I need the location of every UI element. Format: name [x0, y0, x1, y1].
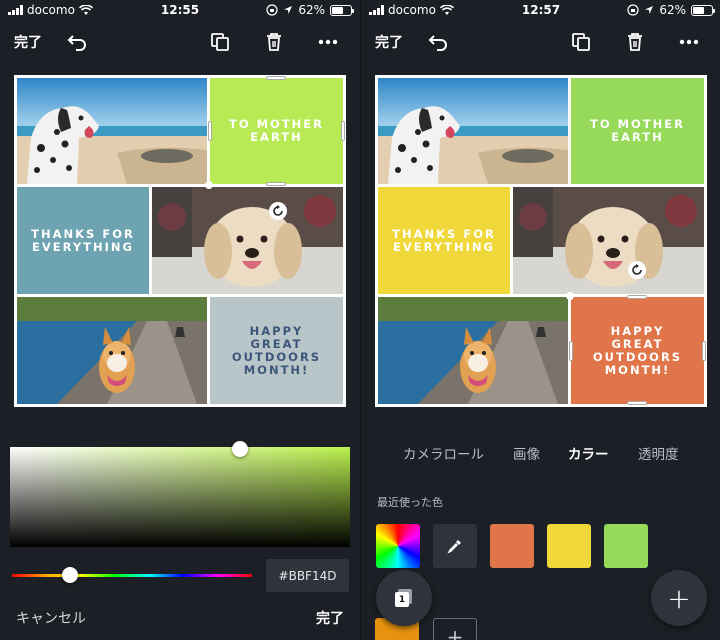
pages-button[interactable]: 1: [376, 570, 432, 626]
trash-icon[interactable]: [623, 30, 647, 54]
tile-text: HAPPY GREAT OUTDOORS MONTH!: [231, 323, 322, 377]
hex-input[interactable]: #BBF14D: [266, 559, 349, 592]
saturation-knob[interactable]: [232, 441, 248, 457]
collage-canvas[interactable]: TO MOTHER EARTH THANKS FOR EVERYTHING HA…: [14, 75, 346, 407]
text-tile-outdoors[interactable]: HAPPY GREAT OUTDOORS MONTH!: [210, 297, 343, 404]
editor-left-screen: docomo 12:55 62% 完了 TO MOTHER EARTH THAN…: [0, 0, 360, 640]
battery-percent: 62%: [659, 3, 686, 17]
editor-right-screen: docomo 12:57 62% 完了 TO MOTHER EARTH THAN…: [360, 0, 720, 640]
eyedropper-icon: [447, 540, 461, 554]
status-right: 62%: [627, 3, 715, 17]
status-bar: docomo 12:57 62%: [361, 0, 720, 22]
recent-color-swatch[interactable]: [490, 524, 534, 568]
corgi-pier-photo[interactable]: [17, 297, 207, 404]
dalmatian-beach-photo[interactable]: [17, 78, 207, 184]
saturation-field[interactable]: [10, 447, 350, 547]
rotate-icon[interactable]: [269, 202, 287, 220]
hue-knob[interactable]: [62, 567, 78, 583]
rotate-icon[interactable]: [628, 261, 646, 279]
duplicate-icon[interactable]: [569, 30, 593, 54]
resize-handle-right[interactable]: [341, 121, 345, 141]
editor-toolbar: 完了: [361, 22, 720, 62]
status-right: 62%: [266, 3, 354, 17]
golden-retriever-photo[interactable]: [152, 187, 343, 294]
tab-color[interactable]: カラー: [568, 443, 609, 463]
text-tile-thanks[interactable]: THANKS FOR EVERYTHING: [378, 187, 510, 294]
tab-images[interactable]: 画像: [513, 443, 540, 463]
cancel-button[interactable]: キャンセル: [16, 608, 86, 628]
text-tile-mother-earth[interactable]: TO MOTHER EARTH: [210, 78, 343, 184]
text-tile-mother-earth[interactable]: TO MOTHER EARTH: [571, 78, 704, 184]
more-icon[interactable]: [677, 30, 701, 54]
color-saturation-picker[interactable]: [10, 441, 350, 547]
tile-text: TO MOTHER EARTH: [589, 117, 686, 144]
resize-handle-right[interactable]: [702, 341, 706, 361]
duplicate-icon[interactable]: [208, 30, 232, 54]
battery-icon: [330, 4, 354, 16]
resize-handle-bottom[interactable]: [266, 182, 286, 186]
resize-handle-left[interactable]: [208, 121, 212, 141]
undo-icon[interactable]: [427, 30, 451, 54]
location-icon: [645, 6, 654, 14]
golden-retriever-photo[interactable]: [513, 187, 704, 294]
resize-handle-top[interactable]: [627, 295, 647, 299]
more-icon[interactable]: [316, 30, 340, 54]
orientation-lock-icon: [266, 4, 278, 16]
undo-icon[interactable]: [66, 30, 90, 54]
confirm-button[interactable]: 完了: [316, 608, 344, 628]
recent-color-swatch[interactable]: [547, 524, 591, 568]
resize-corner-handle[interactable]: [205, 181, 213, 189]
recent-colors-label: 最近使った色: [377, 496, 443, 509]
add-color-button[interactable]: +: [433, 618, 477, 640]
color-wheel-swatch[interactable]: [376, 524, 420, 568]
collage-canvas[interactable]: TO MOTHER EARTH THANKS FOR EVERYTHING HA…: [375, 75, 707, 407]
tile-text: HAPPY GREAT OUTDOORS MONTH!: [592, 323, 683, 377]
done-button[interactable]: 完了: [375, 32, 403, 52]
tab-camera-roll[interactable]: カメラロール: [403, 443, 484, 463]
text-tile-thanks[interactable]: THANKS FOR EVERYTHING: [17, 187, 149, 294]
orientation-lock-icon: [627, 4, 639, 16]
corgi-pier-photo[interactable]: [378, 297, 568, 404]
add-element-button[interactable]: +: [651, 570, 707, 626]
status-bar: docomo 12:55 62%: [0, 0, 360, 22]
edit-tabs: カメラロール 画像 カラー 透明度: [361, 443, 720, 463]
page-number: 1: [395, 592, 409, 607]
battery-icon: [691, 4, 715, 16]
tile-text: THANKS FOR EVERYTHING: [31, 226, 135, 254]
text-tile-outdoors[interactable]: HAPPY GREAT OUTDOORS MONTH!: [571, 297, 704, 404]
pages-icon: 1: [395, 589, 413, 607]
resize-handle-bottom[interactable]: [627, 401, 647, 405]
trash-icon[interactable]: [262, 30, 286, 54]
recent-color-swatch[interactable]: [604, 524, 648, 568]
dalmatian-beach-photo[interactable]: [378, 78, 568, 184]
eyedropper-button[interactable]: [433, 524, 477, 568]
resize-handle-left[interactable]: [569, 341, 573, 361]
location-icon: [284, 6, 293, 14]
hue-slider[interactable]: [12, 567, 252, 583]
resize-corner-handle[interactable]: [566, 292, 574, 300]
done-button[interactable]: 完了: [14, 32, 42, 52]
tab-transparency[interactable]: 透明度: [638, 443, 679, 463]
tile-text: TO MOTHER EARTH: [228, 117, 325, 144]
editor-toolbar: 完了: [0, 22, 360, 62]
battery-percent: 62%: [298, 3, 325, 17]
resize-handle-top[interactable]: [266, 76, 286, 80]
tile-text: THANKS FOR EVERYTHING: [392, 226, 496, 254]
